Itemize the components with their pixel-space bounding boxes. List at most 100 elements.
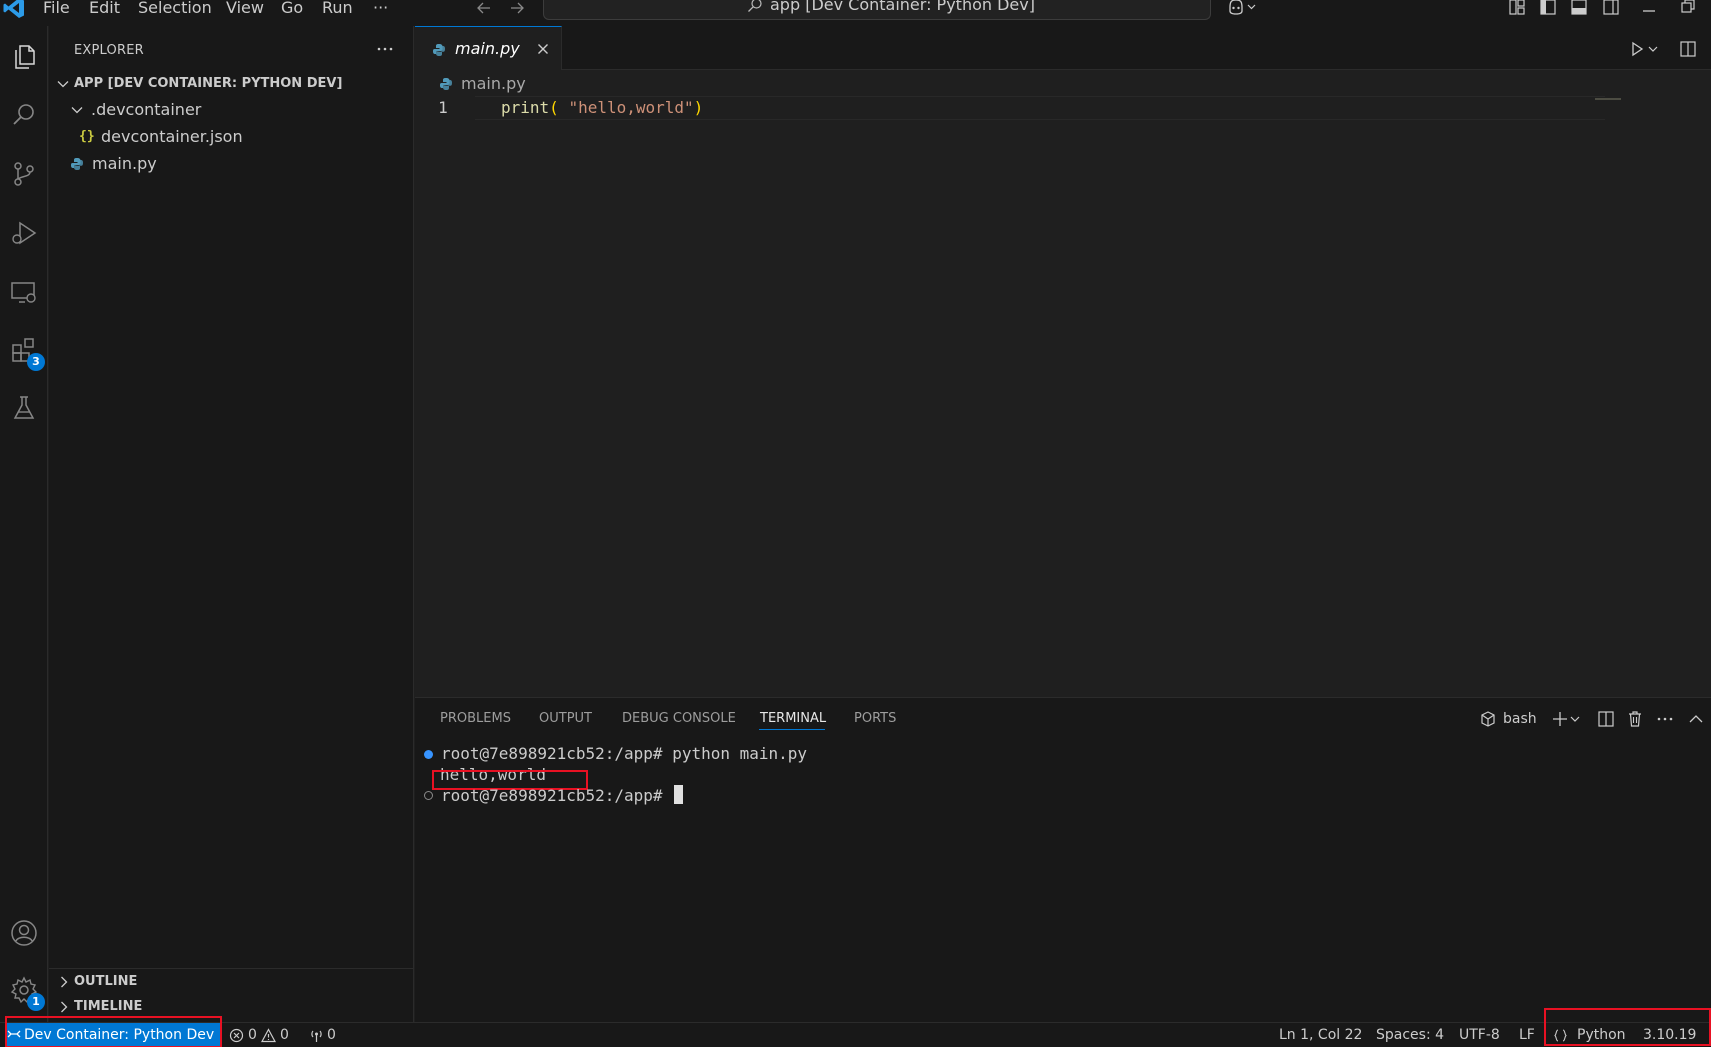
tree-root-folder[interactable]: APP [DEV CONTAINER: PYTHON DEV] bbox=[49, 71, 414, 97]
bottom-panel: PROBLEMS OUTPUT DEBUG CONSOLE TERMINAL P… bbox=[415, 697, 1711, 1022]
ports-broadcast-icon[interactable] bbox=[309, 1028, 324, 1043]
error-icon[interactable] bbox=[229, 1028, 244, 1043]
vscode-logo-icon bbox=[2, 0, 26, 20]
terminal-line-prompt[interactable]: root@7e898921cb52:/app# bbox=[441, 785, 684, 806]
terminal-shell-label[interactable]: bash bbox=[1503, 698, 1537, 740]
menu-go[interactable]: Go bbox=[281, 0, 303, 19]
explorer-title: EXPLORER bbox=[74, 43, 144, 58]
encoding[interactable]: UTF-8 bbox=[1459, 1023, 1500, 1047]
extensions-icon[interactable]: 3 bbox=[6, 332, 45, 371]
menu-selection[interactable]: Selection bbox=[138, 0, 212, 19]
indentation[interactable]: Spaces: 4 bbox=[1376, 1023, 1444, 1047]
line-number: 1 bbox=[438, 98, 448, 117]
more-actions-icon[interactable] bbox=[375, 40, 395, 58]
testing-icon[interactable] bbox=[6, 390, 42, 426]
cursor-position[interactable]: Ln 1, Col 22 bbox=[1279, 1023, 1362, 1047]
chevron-down-icon bbox=[70, 103, 84, 117]
menu-file[interactable]: File bbox=[43, 0, 70, 19]
back-arrow-icon[interactable] bbox=[475, 0, 493, 17]
devcontainer-folder-label: .devcontainer bbox=[91, 100, 202, 119]
chevron-down-icon bbox=[56, 77, 70, 91]
title-bar: File Edit Selection View Go Run ··· app … bbox=[0, 0, 1711, 26]
tab-debug-console[interactable]: DEBUG CONSOLE bbox=[622, 698, 736, 740]
status-bar: Dev Container: Python Dev 0 0 0 Ln 1, Co… bbox=[0, 1008, 1711, 1047]
minimap[interactable] bbox=[1595, 98, 1621, 100]
chevron-down-icon[interactable] bbox=[1569, 710, 1581, 728]
close-icon[interactable] bbox=[536, 42, 550, 56]
maximize-panel-chevron-up-icon[interactable] bbox=[1687, 710, 1705, 728]
source-control-icon[interactable] bbox=[6, 156, 42, 192]
trash-icon[interactable] bbox=[1626, 710, 1644, 728]
root-folder-label: APP [DEV CONTAINER: PYTHON DEV] bbox=[74, 76, 343, 91]
terminal-prompt-text: root@7e898921cb52:/app# bbox=[441, 786, 673, 805]
tree-item-devcontainer-json[interactable]: {} devcontainer.json bbox=[49, 124, 414, 150]
minimize-icon[interactable] bbox=[1640, 0, 1658, 16]
active-tab-indicator bbox=[759, 729, 825, 730]
terminal-shell-icon bbox=[1479, 710, 1497, 728]
outline-label: OUTLINE bbox=[74, 974, 138, 989]
split-terminal-icon[interactable] bbox=[1597, 710, 1615, 728]
customize-layout-icon[interactable] bbox=[1508, 0, 1526, 16]
explorer-sidebar: EXPLORER APP [DEV CONTAINER: PYTHON DEV]… bbox=[49, 26, 414, 1022]
ports-count[interactable]: 0 bbox=[327, 1023, 336, 1047]
menu-edit[interactable]: Edit bbox=[89, 0, 120, 19]
tab-label: main.py bbox=[455, 39, 520, 58]
more-actions-icon[interactable] bbox=[1656, 710, 1674, 728]
search-icon bbox=[747, 0, 763, 13]
devcontainer-json-label: devcontainer.json bbox=[101, 127, 243, 146]
command-pending-dot-icon[interactable] bbox=[424, 791, 433, 800]
chevron-right-icon bbox=[57, 975, 71, 989]
code-function-token: print bbox=[501, 98, 550, 117]
settings-badge: 1 bbox=[27, 993, 45, 1011]
python-highlight-box bbox=[1544, 1008, 1711, 1046]
chevron-down-icon[interactable] bbox=[1647, 40, 1659, 58]
menu-run[interactable]: Run bbox=[322, 0, 353, 19]
menu-more[interactable]: ··· bbox=[373, 0, 388, 19]
tab-ports[interactable]: PORTS bbox=[854, 698, 896, 740]
files-icon[interactable] bbox=[6, 39, 42, 75]
tree-item-main-py[interactable]: main.py bbox=[49, 151, 414, 177]
split-editor-icon[interactable] bbox=[1679, 40, 1697, 58]
tree-item-devcontainer-folder[interactable]: .devcontainer bbox=[49, 97, 414, 123]
code-string-token: "hello,world" bbox=[568, 98, 694, 117]
end-of-line[interactable]: LF bbox=[1519, 1023, 1535, 1047]
copilot-icon[interactable] bbox=[1227, 0, 1259, 16]
code-line-1[interactable]: print( "hello,world") bbox=[501, 96, 703, 120]
tab-problems[interactable]: PROBLEMS bbox=[440, 698, 511, 740]
python-file-icon bbox=[439, 77, 453, 91]
command-center-label: app [Dev Container: Python Dev] bbox=[770, 0, 1035, 14]
toggle-primary-sidebar-icon[interactable] bbox=[1539, 0, 1557, 16]
python-file-icon bbox=[432, 43, 446, 57]
search-icon[interactable] bbox=[6, 97, 42, 133]
code-editor[interactable]: main.py 1 print( "hello,world") bbox=[415, 70, 1711, 697]
command-center[interactable]: app [Dev Container: Python Dev] bbox=[543, 0, 1211, 20]
warning-icon[interactable] bbox=[261, 1028, 276, 1043]
remote-highlight-box bbox=[5, 1016, 222, 1047]
restore-icon[interactable] bbox=[1679, 0, 1697, 16]
menu-view[interactable]: View bbox=[226, 0, 264, 19]
activity-bar: 3 1 bbox=[0, 26, 48, 1022]
run-debug-icon[interactable] bbox=[6, 215, 42, 251]
tab-output[interactable]: OUTPUT bbox=[539, 698, 592, 740]
code-paren-open: ( bbox=[549, 98, 569, 117]
toggle-panel-icon[interactable] bbox=[1570, 0, 1588, 16]
outline-section[interactable]: OUTLINE bbox=[49, 968, 414, 994]
terminal-line-command: root@7e898921cb52:/app# python main.py bbox=[441, 744, 808, 763]
forward-arrow-icon[interactable] bbox=[508, 0, 526, 17]
extensions-badge: 3 bbox=[27, 353, 45, 371]
new-terminal-plus-icon[interactable] bbox=[1551, 710, 1569, 728]
command-success-dot-icon[interactable] bbox=[424, 750, 433, 759]
chevron-right-icon bbox=[57, 1000, 71, 1014]
python-file-icon bbox=[70, 157, 84, 171]
remote-explorer-icon[interactable] bbox=[6, 274, 42, 310]
run-python-file-icon[interactable] bbox=[1628, 40, 1646, 58]
settings-gear-icon[interactable]: 1 bbox=[6, 972, 45, 1011]
error-count[interactable]: 0 bbox=[248, 1023, 257, 1047]
toggle-secondary-sidebar-icon[interactable] bbox=[1602, 0, 1620, 16]
code-paren-close: ) bbox=[693, 98, 704, 117]
account-icon[interactable] bbox=[6, 915, 42, 951]
tab-main-py[interactable]: main.py bbox=[415, 26, 562, 70]
tab-terminal[interactable]: TERMINAL bbox=[760, 698, 826, 740]
json-file-icon: {} bbox=[79, 129, 95, 144]
warning-count[interactable]: 0 bbox=[280, 1023, 289, 1047]
